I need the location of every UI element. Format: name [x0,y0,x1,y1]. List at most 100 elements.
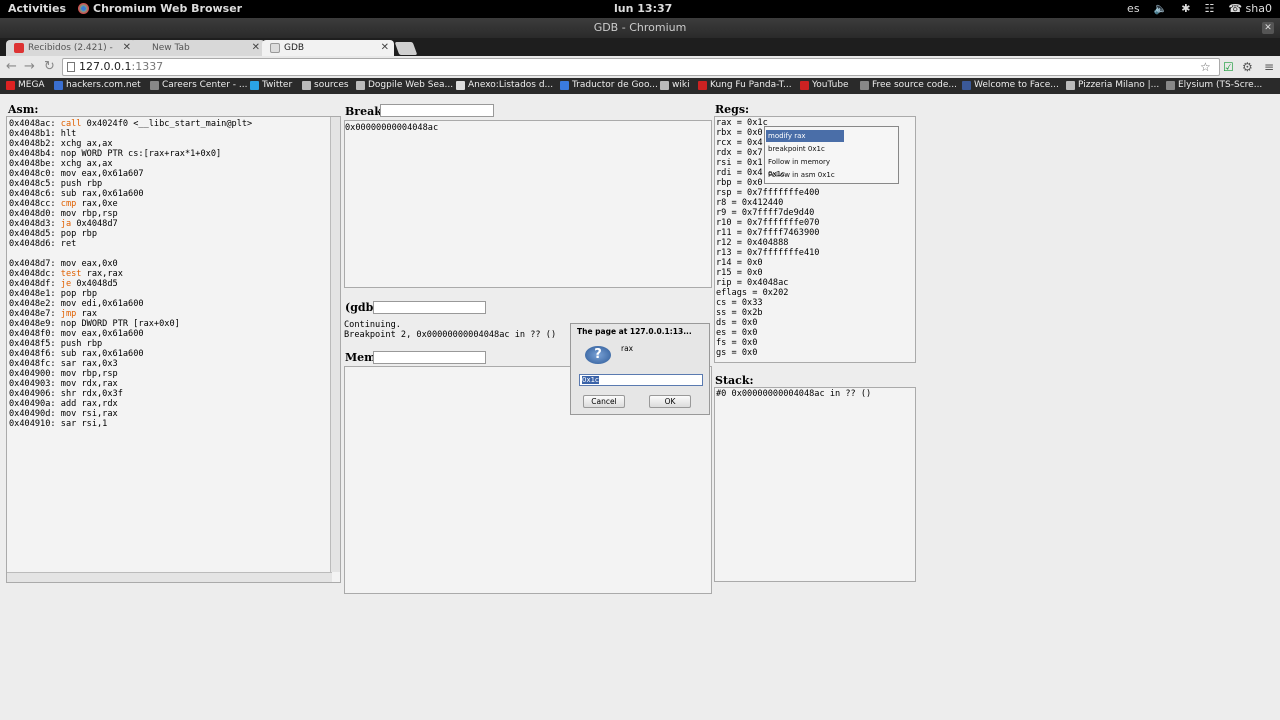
asm-line[interactable]: 0x4048f0: mov eax,0x61a600 [9,329,252,339]
asm-line[interactable]: 0x4048ac: call 0x4024f0 <__libc_start_ma… [9,119,252,129]
bookmark-item[interactable]: hackers.com.net [54,80,141,90]
asm-line[interactable]: 0x4048fc: sar rax,0x3 [9,359,252,369]
asm-line[interactable]: 0x404906: shr rdx,0x3f [9,389,252,399]
tab-gdb[interactable]: GDB ✕ [262,40,394,56]
cancel-button[interactable]: Cancel [583,395,625,408]
asm-line[interactable]: 0x4048d3: ja 0x4048d7 [9,219,252,229]
asm-line[interactable]: 0x4048e7: jmp rax [9,309,252,319]
register-row[interactable]: ds = 0x0 [716,318,819,328]
gdb-command-input[interactable] [373,301,486,314]
address-bar[interactable]: 127.0.0.1:1337 [62,58,1220,76]
bookmark-item[interactable]: Anexo:Listados d... [456,80,553,90]
asm-line[interactable]: 0x4048b4: nop WORD PTR cs:[rax+rax*1+0x0… [9,149,252,159]
asm-line[interactable]: 0x4048d7: mov eax,0x0 [9,259,252,269]
bookmark-item[interactable]: Traductor de Goo... [560,80,658,90]
asm-horizontal-scrollbar[interactable] [7,572,332,582]
asm-line[interactable]: 0x4048e1: pop rbp [9,289,252,299]
asm-line[interactable]: 0x4048e9: nop DWORD PTR [rax+0x0] [9,319,252,329]
register-row[interactable]: eflags = 0x202 [716,288,819,298]
bookmark-item[interactable]: Careers Center - ... [150,80,247,90]
extension-check-icon[interactable]: ☑ [1223,60,1234,74]
volume-icon[interactable]: 🔈 [1154,2,1168,15]
asm-line[interactable]: 0x4048d0: mov rbp,rsp [9,209,252,219]
tab-gmail[interactable]: Recibidos (2.421) - sha0@ ✕ [6,40,136,69]
asm-line[interactable]: 0x4048be: xchg ax,ax [9,159,252,169]
register-row[interactable]: r12 = 0x404888 [716,238,819,248]
bookmark-item[interactable]: wiki [660,80,690,90]
tab-close-icon[interactable]: ✕ [381,40,389,56]
asm-line[interactable]: 0x4048d6: ret [9,239,252,249]
asm-line[interactable]: 0x4048b2: xchg ax,ax [9,139,252,149]
mem-input[interactable] [373,351,486,364]
register-row[interactable]: fs = 0x0 [716,338,819,348]
register-row[interactable]: ss = 0x2b [716,308,819,318]
menu-item-follow-asm[interactable]: Follow in asm 0x1c [766,169,844,181]
tab-new-tab[interactable]: New Tab ✕ [130,40,265,56]
reload-icon[interactable]: ↻ [44,59,55,74]
asm-line[interactable] [9,249,252,259]
asm-line[interactable]: 0x4048df: je 0x4048d5 [9,279,252,289]
bookmark-item[interactable]: Twitter [250,80,292,90]
bookmark-item[interactable]: sources [302,80,349,90]
asm-line[interactable]: 0x404900: mov rbp,rsp [9,369,252,379]
break-input[interactable] [380,104,494,117]
asm-line[interactable]: 0x4048e2: mov edi,0x61a600 [9,299,252,309]
new-tab-button[interactable] [394,42,418,55]
asm-line[interactable]: 0x4048c5: push rbp [9,179,252,189]
asm-line[interactable]: 0x4048dc: test rax,rax [9,269,252,279]
register-row[interactable]: r9 = 0x7ffff7de9d40 [716,208,819,218]
menu-icon[interactable]: ≡ [1264,60,1274,74]
asm-line[interactable]: 0x40490d: mov rsi,rax [9,409,252,419]
back-icon[interactable]: ← [6,59,17,74]
asm-line[interactable]: 0x4048b1: hlt [9,129,252,139]
asm-panel[interactable]: 0x4048ac: call 0x4024f0 <__libc_start_ma… [6,116,341,583]
tab-close-icon[interactable]: ✕ [252,40,260,56]
asm-line[interactable]: 0x4048f5: push rbp [9,339,252,349]
register-row[interactable]: cs = 0x33 [716,298,819,308]
activities-button[interactable]: Activities [8,2,66,15]
asm-line[interactable]: 0x4048c0: mov eax,0x61a607 [9,169,252,179]
register-row[interactable]: r8 = 0x412440 [716,198,819,208]
bookmark-item[interactable]: MEGA [6,80,45,90]
breakpoints-panel[interactable]: 0x00000000004048ac [344,120,712,288]
menu-item-breakpoint[interactable]: breakpoint 0x1c [766,143,844,155]
asm-line[interactable]: 0x4048cc: cmp rax,0xe [9,199,252,209]
register-row[interactable]: rsp = 0x7fffffffe400 [716,188,819,198]
register-row[interactable]: r14 = 0x0 [716,258,819,268]
bookmark-item[interactable]: Dogpile Web Sea... [356,80,453,90]
dialog-input[interactable]: 0x1c [579,374,703,386]
register-row[interactable]: es = 0x0 [716,328,819,338]
bluetooth-icon[interactable]: ✱ [1181,2,1190,15]
stack-frame[interactable]: #0 0x00000000004048ac in ?? () [716,389,871,399]
stack-panel[interactable]: #0 0x00000000004048ac in ?? () [714,387,916,582]
clock[interactable]: lun 13:37 [614,2,672,15]
extension-icon[interactable]: ⚙ [1242,60,1253,74]
window-close-icon[interactable]: ✕ [1262,22,1274,34]
bookmark-item[interactable]: Elysium (TS-Scre... [1166,80,1262,90]
bookmark-item[interactable]: YouTube [800,80,849,90]
menu-item-modify-rax[interactable]: modify rax [766,130,844,142]
keyboard-layout[interactable]: es [1127,2,1140,15]
asm-vertical-scrollbar[interactable] [330,117,340,572]
breakpoint-entry[interactable]: 0x00000000004048ac [345,123,438,133]
register-row[interactable]: r15 = 0x0 [716,268,819,278]
bookmark-item[interactable]: Pizzeria Milano |... [1066,80,1159,90]
register-row[interactable]: rip = 0x4048ac [716,278,819,288]
asm-line[interactable]: 0x4048f6: sub rax,0x61a600 [9,349,252,359]
bookmark-item[interactable]: Welcome to Face... [962,80,1059,90]
bookmark-item[interactable]: Free source code... [860,80,957,90]
register-row[interactable]: r10 = 0x7fffffffe070 [716,218,819,228]
asm-line[interactable]: 0x404910: sar rsi,1 [9,419,252,429]
asm-line[interactable]: 0x4048d5: pop rbp [9,229,252,239]
asm-line[interactable]: 0x404903: mov rdx,rax [9,379,252,389]
forward-icon[interactable]: → [24,59,35,74]
app-menu[interactable]: Chromium Web Browser [78,2,242,15]
register-row[interactable]: gs = 0x0 [716,348,819,358]
user-menu[interactable]: ☎ sha0 [1228,2,1272,15]
bookmark-item[interactable]: Kung Fu Panda-T... [698,80,792,90]
bookmark-star-icon[interactable]: ☆ [1200,60,1211,74]
register-row[interactable]: r13 = 0x7fffffffe410 [716,248,819,258]
menu-item-follow-memory[interactable]: Follow in memory 0x1c [766,156,844,178]
ok-button[interactable]: OK [649,395,691,408]
asm-line[interactable]: 0x40490a: add rax,rdx [9,399,252,409]
